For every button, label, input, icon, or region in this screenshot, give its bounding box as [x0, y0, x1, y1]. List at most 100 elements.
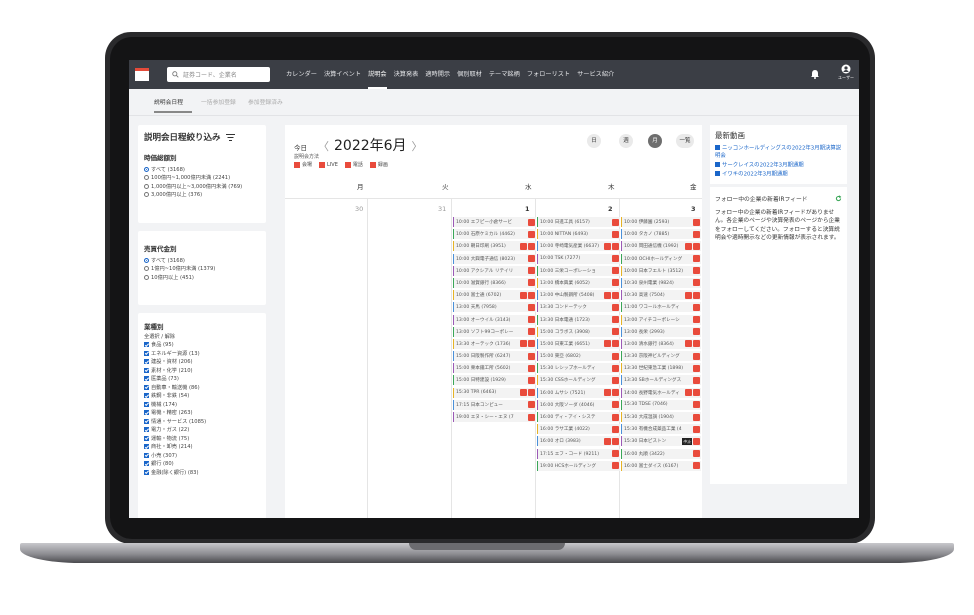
event-item[interactable]: 13:30 日本電通 (1723) — [537, 314, 620, 325]
event-item[interactable]: 10:30 泉州電業 (9824) — [621, 277, 701, 288]
event-item[interactable]: 10:00 大興電子通信 (8023) — [453, 253, 536, 264]
checkbox-option[interactable]: エネルギー資源 (13) — [144, 349, 260, 358]
event-item[interactable]: 15:30 TDSE (7046) — [621, 399, 701, 410]
radio-option[interactable]: 1,000億円以上~3,000億円未満 (769) — [144, 182, 260, 191]
app-logo[interactable] — [135, 68, 149, 81]
view-week-button[interactable]: 週 — [619, 134, 633, 148]
event-item[interactable]: 10:00 日進工具 (6157) — [537, 217, 620, 227]
checkbox-option[interactable]: 電機・精密 (263) — [144, 409, 260, 418]
view-list-button[interactable]: 一覧 — [676, 134, 694, 148]
video-link[interactable]: イワキの2022年3月期通期 — [715, 170, 842, 179]
event-item[interactable]: 13:00 清水銀行 (8364) — [621, 338, 701, 349]
nav-item[interactable]: 適時開示 — [425, 60, 450, 89]
checkbox-option[interactable]: 素材・化学 (210) — [144, 366, 260, 375]
event-item[interactable]: 16:00 富士ダイス (6167) — [621, 460, 701, 471]
checkbox-option[interactable]: 医薬品 (73) — [144, 375, 260, 384]
nav-item[interactable]: フォローリスト — [527, 60, 570, 89]
event-item[interactable]: 13:00 アイチコーポレーシ — [621, 314, 701, 325]
checkbox-option[interactable]: 運輸・物流 (75) — [144, 434, 260, 443]
event-item[interactable]: 10:00 伊藤園 (2593) — [621, 217, 701, 227]
nav-item[interactable]: 個別取材 — [457, 60, 482, 89]
event-item[interactable]: 15:30 有機合成薬品工業 (4 — [621, 424, 701, 435]
event-item[interactable]: 15:00 コラボス (3908) — [537, 326, 620, 337]
filter-icon[interactable] — [225, 133, 235, 141]
tab-bulk-register[interactable]: 一括参加登録 — [201, 97, 236, 106]
checkbox-option[interactable]: 金融(除く銀行) (83) — [144, 468, 260, 477]
event-item[interactable]: 13:30 SBホールディングス — [621, 375, 701, 386]
event-item[interactable]: 10:00 三栄コーポレーショ — [537, 265, 620, 276]
nav-item[interactable]: テーマ銘柄 — [489, 60, 520, 89]
event-item[interactable]: 13:00 天馬 (7958) — [453, 302, 536, 313]
event-item[interactable]: 17:15 エフ・コード (9211) — [537, 448, 620, 459]
event-item[interactable]: 15:00 東亞 (6802) — [537, 351, 620, 362]
event-item[interactable]: 10:00 タカノ (7885) — [621, 229, 701, 240]
video-link[interactable]: サークレイスの2022年3月期通期 — [715, 161, 842, 170]
event-item[interactable]: 19:00 エヌ・シー・エヌ (7 — [453, 412, 536, 422]
event-item[interactable]: 16:00 ラサ工業 (4022) — [537, 424, 620, 435]
checkbox-option[interactable]: 情通・サービス (1085) — [144, 417, 260, 426]
event-item[interactable]: 16:00 大阪ソーダ (4046) — [537, 399, 620, 410]
prev-month-button[interactable]: 〈 — [318, 138, 329, 154]
event-item[interactable]: 10:00 岡田通信機 (1992) — [621, 241, 701, 252]
radio-option[interactable]: 3,000億円以上 (376) — [144, 191, 260, 200]
checkbox-option[interactable]: 小売 (307) — [144, 451, 260, 460]
tab-registered[interactable]: 参加登録済み — [248, 97, 283, 106]
event-item[interactable]: 13:00 長栄 (2993) — [621, 326, 701, 337]
event-item[interactable]: 10:00 OCHIホールディング — [621, 253, 701, 264]
event-item[interactable]: 10:00 TSK (7277) — [537, 253, 620, 264]
event-item[interactable]: 14:00 長野電気ホールディ — [621, 387, 701, 398]
event-item[interactable]: 10:00 滋賀銀行 (8366) — [453, 277, 536, 288]
bell-icon[interactable] — [810, 69, 820, 79]
event-item[interactable]: 15:00 日阪製作所 (6247) — [453, 351, 536, 362]
event-item[interactable]: 13:30 世紀東急工業 (1898) — [621, 363, 701, 374]
search-input[interactable]: 証券コード、企業名 — [167, 67, 270, 82]
event-item[interactable]: 10:00 エフピー小倉サービ — [453, 217, 536, 227]
event-item[interactable]: 13:00 ソフト99コーポレー — [453, 326, 536, 337]
event-item[interactable]: 15:30 レシップホールディ — [537, 363, 620, 374]
event-item[interactable]: 13:30 京阪神ビルディング — [621, 351, 701, 362]
event-item[interactable]: 13:00 オーウイル (3143) — [453, 314, 536, 325]
event-item[interactable]: 15:00 日東工業 (6651) — [537, 338, 620, 349]
event-item[interactable]: 10:00 NITTAN (6493) — [537, 229, 620, 240]
event-item[interactable]: 19:00 HCSホールディング — [537, 460, 620, 471]
view-day-button[interactable]: 日 — [587, 134, 601, 148]
radio-option[interactable]: 100億円~1,000億円未満 (2241) — [144, 174, 260, 183]
event-item[interactable]: 10:00 アクシアル リテイリ — [453, 265, 536, 276]
event-item[interactable]: 10:00 富士通 (6702) — [453, 290, 536, 301]
checkbox-option[interactable]: 機械 (174) — [144, 400, 260, 409]
event-item[interactable]: 16:00 ムサシ (7521) — [537, 387, 620, 398]
event-item[interactable]: 15:00 栗本鐵工所 (5602) — [453, 363, 536, 374]
radio-option[interactable]: 10億円以上 (451) — [144, 273, 260, 282]
checkbox-option[interactable]: 自動車・輸送機 (86) — [144, 383, 260, 392]
event-item[interactable]: 13:00 中山製鋼所 (5408) — [537, 290, 620, 301]
checkbox-option[interactable]: 商社・卸売 (214) — [144, 443, 260, 452]
radio-option[interactable]: 1億円~10億円未満 (1379) — [144, 265, 260, 274]
checkbox-option[interactable]: 建設・資材 (206) — [144, 358, 260, 367]
nav-item[interactable]: カレンダー — [286, 60, 317, 89]
checkbox-option[interactable]: 電力・ガス (22) — [144, 426, 260, 435]
event-item[interactable]: 17:15 日本コンピュー — [453, 399, 536, 410]
nav-item[interactable]: サービス紹介 — [577, 60, 614, 89]
event-item[interactable]: 10:00 日本フエルト (3512) — [621, 265, 701, 276]
event-item[interactable]: 16:00 ディ・アイ・システ — [537, 412, 620, 422]
event-item[interactable]: 15:30 CSSホールディング — [537, 375, 620, 386]
checkbox-option[interactable]: 鉄鋼・非鉄 (54) — [144, 392, 260, 401]
event-item[interactable]: 10:30 高速 (7504) — [621, 290, 701, 301]
view-month-button[interactable]: 月 — [648, 134, 662, 148]
nav-item[interactable]: 決算イベント — [324, 60, 361, 89]
event-item[interactable]: 15:00 日特建設 (1929) — [453, 375, 536, 386]
checkbox-option[interactable]: 食品 (95) — [144, 341, 260, 350]
radio-option[interactable]: すべて (3168) — [144, 256, 260, 265]
event-item[interactable]: 13:30 コンドーテック — [537, 302, 620, 313]
event-item[interactable]: 15:30 大成温調 (1904) — [621, 412, 701, 422]
event-item[interactable]: 11:00 ワコールホールディ — [621, 302, 701, 313]
event-item[interactable]: 10:00 朝日印刷 (3951) — [453, 241, 536, 252]
video-link[interactable]: ニッコンホールディングスの2022年3月期決算説明会 — [715, 145, 842, 160]
event-item[interactable]: 16:00 オロ (3983) — [537, 436, 620, 447]
event-item[interactable]: 10:00 石原ケミカル (4462) — [453, 229, 536, 240]
event-item[interactable]: 16:00 丸順 (3422) — [621, 448, 701, 459]
checkbox-option[interactable]: 銀行 (80) — [144, 460, 260, 469]
next-month-button[interactable]: 〉 — [412, 138, 423, 154]
nav-item[interactable]: 決算発表 — [394, 60, 419, 89]
event-item[interactable]: 15:30 日本ピストン 中止 — [621, 436, 701, 447]
